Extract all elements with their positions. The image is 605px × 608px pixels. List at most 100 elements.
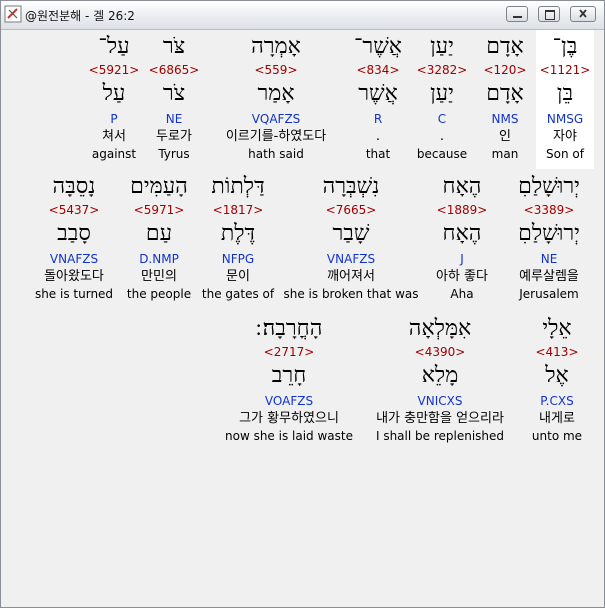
word-cell[interactable]: בֶּן־ <1121> בֵּן NMSG 자야 Son of [536,32,594,162]
parsing-code: NFPG [221,252,255,266]
hebrew-root: שָׁבַר [332,221,370,246]
hebrew-word: דַּלְתוֹת [211,174,265,199]
hebrew-word: נָסֵבָּה [52,174,96,199]
hebrew-root: עַם [145,221,173,246]
word-cell[interactable]: אָמְרָה <559> אָמַר VQAFZS 이르기를-하였도다 hath sai… [206,32,346,162]
strong-number: <7665> [325,203,377,217]
word-cell[interactable]: עַל־ <5921> עַל P 쳐서 against [84,32,144,162]
hebrew-word: אֲשֶׁר־ [353,34,402,59]
maximize-button[interactable] [538,6,560,22]
parsing-code: R [373,112,383,126]
english-meaning: Jerusalem [519,287,579,301]
word-cell[interactable]: אָדָם <120> אָדָם NMS 인 man [475,32,535,162]
word-cell[interactable]: יְרוּשָׁלַםִ <3389> יְרוּשָׁלַםִ NE 예루살렘을 Jer… [504,172,594,302]
parsing-code: VOAFZS [264,394,314,408]
hebrew-root: אֲשֶׁר [358,81,398,106]
english-meaning: the gates of [201,287,275,301]
strong-number: <6865> [148,63,200,77]
english-meaning: Son of [546,147,584,161]
word-cell[interactable]: אִמָּלְאָה <4390> מָלֵא VNICXS 내가 충만함을 얻으리라 I… [365,314,515,444]
parsing-code: VNICXS [417,394,463,408]
hebrew-root: דֶּלֶת [220,221,256,246]
word-cell[interactable]: הֶאָח <1889> הֶאָח J 아하 좋다 Aha [422,172,502,302]
hebrew-word: בֶּן־ [552,34,578,59]
korean-meaning: 만민의 [141,269,177,284]
english-meaning: man [491,147,519,161]
hebrew-word: הָעַמִּים [130,174,188,199]
word-cell[interactable]: יַעַן <3282> יַעַן C. because [412,32,472,162]
parsing-code: NMS [491,112,519,126]
korean-meaning: 돌아왔도다 [44,269,104,284]
strong-number: <3282> [416,63,468,77]
parsing-code: D.NMP [139,252,179,266]
english-meaning: the people [126,287,192,301]
parsing-code: J [460,252,464,266]
hebrew-word: אֵלָי [542,316,572,341]
english-meaning: against [91,147,137,161]
korean-meaning: 쳐서 [102,129,126,144]
hebrew-word: נִשְׁבְּרָה [322,174,380,199]
hebrew-word: צֹּר [162,34,186,59]
strong-number: <2717> [263,345,315,359]
word-cell[interactable]: נָסֵבָּה <5437> סָבַב VNAFZS 돌아왔도다 she is tur… [31,172,117,302]
english-meaning: now she is laid waste [225,429,353,443]
analysis-panel: בֶּן־ <1121> בֵּן NMSG 자야 Son of אָדָם <120> אָד… [4,30,602,605]
strong-number: <413> [535,345,579,359]
strong-number: <3389> [523,203,575,217]
korean-meaning: 두로가 [156,129,192,144]
word-cell[interactable]: דַּלְתוֹת <1817> דֶּלֶת NFPG 문이 the gates of [198,172,278,302]
english-meaning: Aha [450,287,474,301]
korean-meaning: 깨어져서 [327,269,375,284]
strong-number: <1889> [436,203,488,217]
word-cell[interactable]: אֵלָי <413> אֶל P.CXS 내게로 unto me [522,314,592,444]
korean-meaning: 그가 황무하였으니 [239,411,339,426]
english-meaning: she is turned [34,287,114,301]
app-window: @원전분해 - 겔 26:2 בֶּן־ <1121> בֵּן NMSG 자야 Son … [0,0,605,608]
title-bar[interactable]: @원전분해 - 겔 26:2 [1,1,604,30]
hebrew-root: יְרוּשָׁלַםִ [518,221,580,246]
korean-meaning: 아하 좋다 [436,269,488,284]
hebrew-root: צֹר [162,81,186,106]
hebrew-word: עַל־ [98,34,130,59]
parsing-code: VNAFZS [49,252,99,266]
word-cell[interactable]: הָעַמִּים <5971> עַם D.NMP 만민의 the people [119,172,199,302]
parsing-code: NE [540,252,558,266]
korean-meaning: 문이 [226,269,250,284]
korean-meaning: . [375,129,381,144]
parsing-code: VNAFZS [326,252,376,266]
parsing-code: NE [165,112,183,126]
strong-number: <5921> [88,63,140,77]
close-button[interactable] [570,6,596,22]
parsing-code: NMSG [546,112,584,126]
word-cell[interactable]: הָחֳרָבָה׃ ׃ <2717> חָרֵב VOAFZS 그가 황무하였으니 no… [219,314,359,444]
strong-number: <1817> [212,203,264,217]
strong-number: <834> [356,63,400,77]
strong-number: <5437> [48,203,100,217]
hebrew-word: אִמָּלְאָה [408,316,472,341]
korean-meaning: 이르기를-하였도다 [225,129,327,144]
word-cell[interactable]: צֹּר <6865> צֹר NE 두로가 Tyrus [144,32,204,162]
minimize-icon [513,16,522,18]
word-cell[interactable]: אֲשֶׁר־ <834> אֲשֶׁר R. that [348,32,408,162]
english-meaning: Tyrus [158,147,190,161]
korean-meaning: 자야 [553,129,577,144]
strong-number: <559> [254,63,298,77]
english-meaning: hath said [248,147,304,161]
english-meaning: unto me [531,429,583,443]
hebrew-root: עַל [102,81,126,106]
hebrew-root: הֶאָח [442,221,482,246]
hebrew-word: יַעַן [430,34,454,59]
korean-meaning: . [439,129,445,144]
parsing-code: C [437,112,447,126]
hebrew-root: חָרֵב [271,363,307,388]
minimize-button[interactable] [506,6,528,22]
hebrew-word: אָמְרָה [251,34,301,59]
english-meaning: I shall be replenished [375,429,505,443]
hebrew-root: אָמַר [257,81,295,106]
strong-number: <1121> [539,63,591,77]
word-cell[interactable]: נִשְׁבְּרָה <7665> שָׁבַר VNAFZS 깨어져서 she is … [281,172,421,302]
korean-meaning: 내가 충만함을 얻으리라 [376,411,504,426]
maximize-icon [545,10,555,20]
hebrew-root: אֶל [545,363,569,388]
strong-number: <120> [483,63,527,77]
